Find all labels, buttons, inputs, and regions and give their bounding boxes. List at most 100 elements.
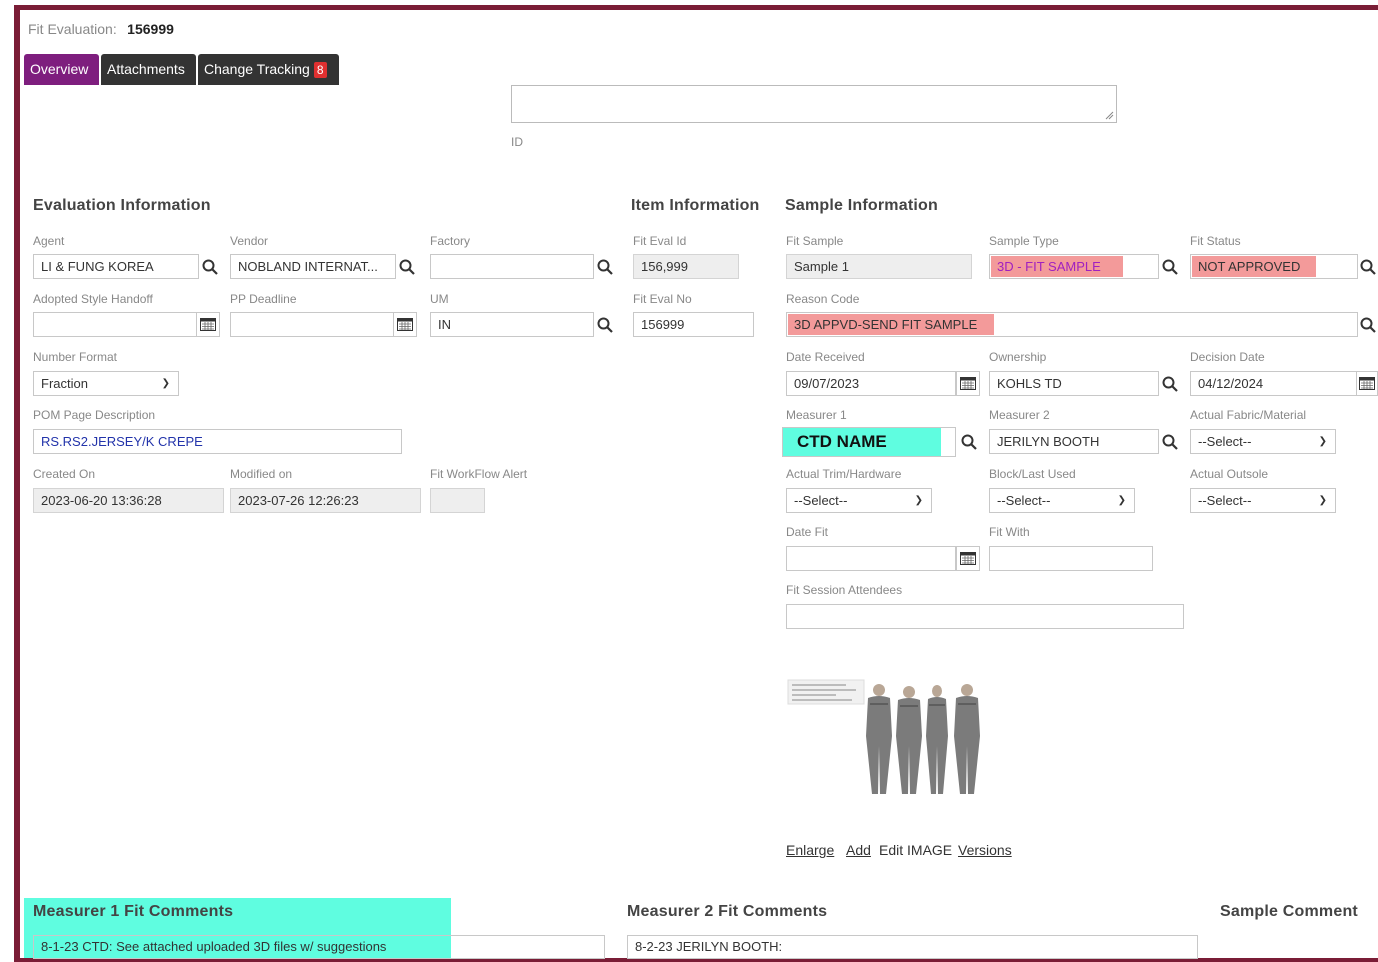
fit-eval-no-input[interactable]: 156999	[633, 312, 754, 337]
attendees-input[interactable]	[786, 604, 1184, 629]
factory-input[interactable]	[430, 254, 594, 279]
pom-description-label: POM Page Description	[33, 408, 156, 422]
sample-type-label: Sample Type	[989, 234, 1059, 248]
page-title: Fit Evaluation: 156999	[28, 21, 174, 39]
decision-date-input[interactable]: 04/12/2024	[1190, 371, 1358, 396]
ownership-search-icon[interactable]	[1158, 371, 1182, 396]
measurer2-label: Measurer 2	[989, 408, 1050, 422]
versions-link[interactable]: Versions	[958, 842, 1012, 858]
agent-input[interactable]: LI & FUNG KOREA	[33, 254, 199, 279]
change-count-badge: 8	[313, 62, 327, 78]
fit-with-input[interactable]	[989, 546, 1153, 571]
agent-search-icon[interactable]	[198, 254, 222, 279]
pp-deadline-label: PP Deadline	[230, 292, 297, 306]
date-fit-input[interactable]	[786, 546, 956, 571]
created-on-label: Created On	[33, 467, 96, 481]
sample-type-value: 3D - FIT SAMPLE	[997, 259, 1101, 274]
vendor-label: Vendor	[230, 234, 269, 248]
pp-deadline-input[interactable]	[230, 312, 394, 337]
fit-eval-id-label: Fit Eval Id	[633, 234, 687, 248]
measurer2-input[interactable]: JERILYN BOOTH	[989, 429, 1159, 454]
measurer1-input[interactable]: CTD NAME	[782, 427, 956, 457]
date-received-input[interactable]: 09/07/2023	[786, 371, 956, 396]
date-fit-calendar-icon[interactable]	[956, 546, 980, 571]
adopted-handoff-calendar-icon[interactable]	[196, 312, 220, 337]
decision-date-calendar-icon[interactable]	[1356, 371, 1378, 396]
tab-overview[interactable]: Overview	[24, 54, 99, 85]
workflow-alert-label: Fit WorkFlow Alert	[430, 467, 528, 481]
fit-status-input[interactable]: NOT APPROVED	[1190, 254, 1358, 279]
pom-description-input[interactable]: RS.RS2.JERSEY/K CREPE	[33, 429, 402, 454]
fit-sample-field: Sample 1	[786, 254, 972, 279]
date-received-calendar-icon[interactable]	[956, 371, 980, 396]
resize-grip-icon[interactable]	[1105, 111, 1114, 120]
vendor-search-icon[interactable]	[395, 254, 419, 279]
date-fit-label: Date Fit	[786, 525, 829, 539]
reason-code-search-icon[interactable]	[1356, 312, 1378, 337]
evaluation-info-heading: Evaluation Information	[33, 197, 211, 214]
sample-type-search-icon[interactable]	[1158, 254, 1182, 279]
modified-on-label: Modified on	[230, 467, 293, 481]
window-frame-left	[14, 5, 20, 962]
fit-status-value: NOT APPROVED	[1198, 259, 1301, 274]
modified-on-field: 2023-07-26 12:26:23	[230, 488, 421, 513]
vendor-input[interactable]: NOBLAND INTERNAT...	[230, 254, 396, 279]
chevron-down-icon: ❯	[1117, 495, 1126, 506]
fit-eval-id-field: 156,999	[633, 254, 739, 279]
number-format-label: Number Format	[33, 350, 118, 364]
pp-deadline-calendar-icon[interactable]	[393, 312, 417, 337]
workflow-alert-field	[430, 488, 485, 513]
date-received-label: Date Received	[786, 350, 865, 364]
measurer1-comments-input[interactable]: 8-1-23 CTD: See attached uploaded 3D fil…	[33, 935, 605, 959]
sample-image-thumbnail[interactable]	[786, 676, 994, 800]
fit-status-search-icon[interactable]	[1356, 254, 1378, 279]
decision-date-label: Decision Date	[1190, 350, 1265, 364]
fit-sample-label: Fit Sample	[786, 234, 844, 248]
agent-label: Agent	[33, 234, 65, 248]
block-select[interactable]: --Select-- ❯	[989, 488, 1135, 513]
id-label: ID	[511, 135, 523, 149]
reason-code-input[interactable]: 3D APPVD-SEND FIT SAMPLE	[786, 312, 1358, 337]
measurer2-search-icon[interactable]	[1158, 429, 1182, 454]
add-image-link[interactable]: Add	[846, 842, 871, 858]
description-textarea[interactable]	[511, 85, 1117, 123]
fabric-select[interactable]: --Select-- ❯	[1190, 429, 1336, 454]
chevron-down-icon: ❯	[1318, 436, 1327, 447]
factory-search-icon[interactable]	[593, 254, 617, 279]
item-info-heading: Item Information	[631, 197, 760, 214]
adopted-handoff-label: Adopted Style Handoff	[33, 292, 153, 306]
outsole-value: --Select--	[1198, 493, 1252, 508]
measurer1-label: Measurer 1	[786, 408, 847, 422]
sample-comment-heading: Sample Comment	[1220, 903, 1358, 920]
tab-attachments[interactable]: Attachments	[101, 54, 196, 85]
adopted-handoff-input[interactable]	[33, 312, 197, 337]
measurer2-comments-input[interactable]: 8-2-23 JERILYN BOOTH:	[627, 935, 1198, 959]
number-format-select[interactable]: Fraction ❯	[33, 371, 179, 396]
um-search-icon[interactable]	[593, 312, 617, 337]
ownership-input[interactable]: KOHLS TD	[989, 371, 1159, 396]
um-input[interactable]: IN	[430, 312, 594, 337]
reason-code-label: Reason Code	[786, 292, 860, 306]
chevron-down-icon: ❯	[1318, 495, 1327, 506]
trim-value: --Select--	[794, 493, 848, 508]
fabric-label: Actual Fabric/Material	[1190, 408, 1307, 422]
number-format-value: Fraction	[41, 376, 88, 391]
measurer1-search-icon[interactable]	[957, 429, 981, 454]
fabric-value: --Select--	[1198, 434, 1252, 449]
enlarge-link[interactable]: Enlarge	[786, 842, 834, 858]
edit-image-label: Edit IMAGE	[879, 842, 953, 858]
fit-with-label: Fit With	[989, 525, 1030, 539]
block-value: --Select--	[997, 493, 1051, 508]
outsole-label: Actual Outsole	[1190, 467, 1269, 481]
trim-select[interactable]: --Select-- ❯	[786, 488, 932, 513]
factory-label: Factory	[430, 234, 471, 248]
tab-change-tracking[interactable]: Change Tracking 8	[198, 54, 339, 85]
tab-label: Overview	[30, 61, 89, 77]
ownership-label: Ownership	[989, 350, 1047, 364]
created-on-field: 2023-06-20 13:36:28	[33, 488, 224, 513]
sample-type-input[interactable]: 3D - FIT SAMPLE	[989, 254, 1159, 279]
window-frame-top	[14, 5, 1378, 10]
chevron-down-icon: ❯	[914, 495, 923, 506]
measurer2-comments-heading: Measurer 2 Fit Comments	[627, 903, 828, 920]
outsole-select[interactable]: --Select-- ❯	[1190, 488, 1336, 513]
